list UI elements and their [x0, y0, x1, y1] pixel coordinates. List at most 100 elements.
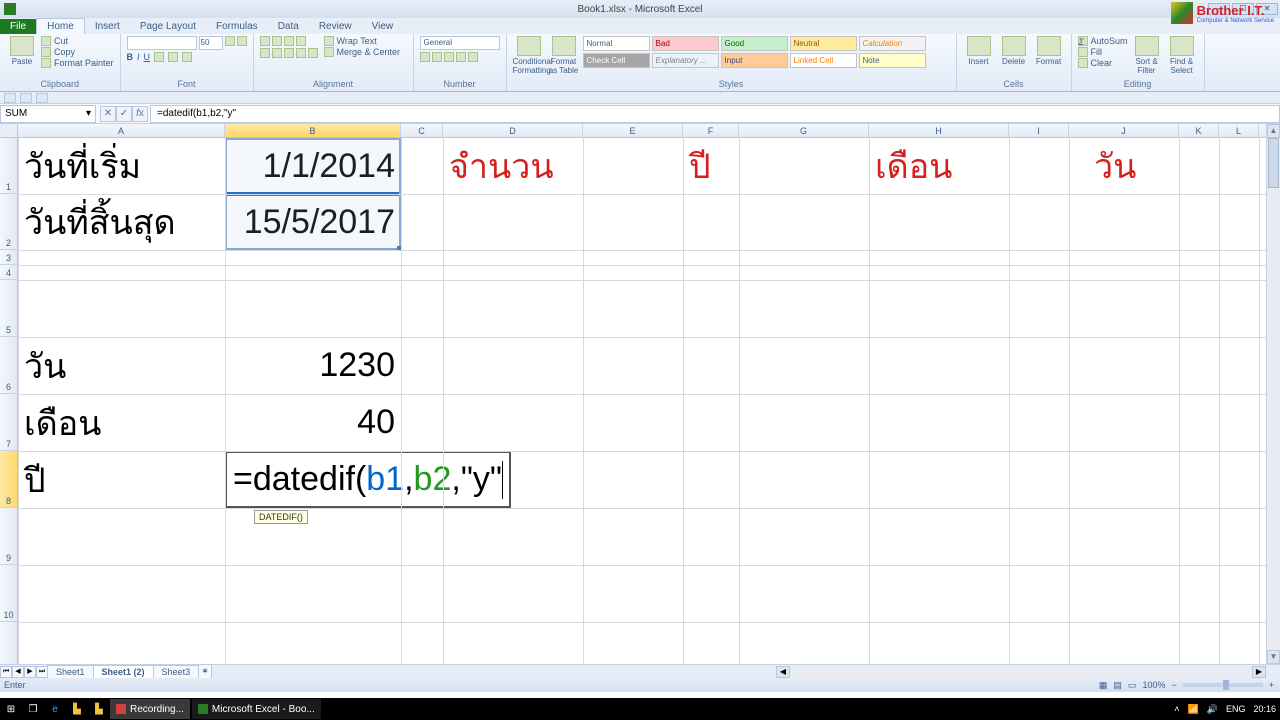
conditional-formatting-button[interactable]: Conditional Formatting: [513, 36, 545, 76]
copy-button[interactable]: Copy: [41, 47, 114, 57]
col-header-L[interactable]: L: [1219, 124, 1259, 137]
cells-grid[interactable]: วันที่เริ่ม 1/1/2014 วันที่สิ้นสุด 15/5/…: [18, 138, 1266, 664]
file-explorer-icon[interactable]: ▙: [66, 698, 88, 720]
cell-J1[interactable]: วัน: [1088, 138, 1198, 194]
cell-styles-gallery[interactable]: Normal Bad Good Neutral Calculation Chec…: [583, 36, 933, 68]
zoom-in-button[interactable]: +: [1269, 680, 1274, 690]
editing-cell-B8[interactable]: =datedif(b1,b2,"y": [225, 451, 511, 508]
zoom-level[interactable]: 100%: [1142, 680, 1165, 690]
scroll-thumb[interactable]: [1268, 138, 1279, 188]
tab-data[interactable]: Data: [268, 19, 309, 34]
formula-bar-input[interactable]: =datedif(b1,b2,"y": [150, 105, 1280, 123]
new-sheet-button[interactable]: ✶: [198, 664, 212, 679]
autosum-button[interactable]: ΣAutoSum: [1078, 36, 1128, 46]
insert-function-button[interactable]: fx: [132, 106, 148, 122]
align-top-icon[interactable]: [260, 36, 270, 46]
row-header-10[interactable]: 10: [0, 565, 17, 622]
name-box[interactable]: SUM▾: [0, 105, 96, 123]
taskbar-recording[interactable]: Recording...: [110, 699, 190, 719]
col-header-E[interactable]: E: [583, 124, 683, 137]
cell-A8[interactable]: ปี: [18, 451, 225, 508]
row-header-5[interactable]: 5: [0, 280, 17, 337]
taskbar-excel[interactable]: Microsoft Excel - Boo...: [192, 699, 321, 719]
indent-dec-icon[interactable]: [296, 48, 306, 58]
col-header-J[interactable]: J: [1069, 124, 1179, 137]
col-header-K[interactable]: K: [1179, 124, 1219, 137]
row-header-3[interactable]: 3: [0, 250, 17, 265]
cancel-formula-button[interactable]: ✕: [100, 106, 116, 122]
tab-view[interactable]: View: [362, 19, 404, 34]
underline-button[interactable]: U: [144, 52, 151, 62]
col-header-B[interactable]: B: [225, 124, 401, 137]
enter-formula-button[interactable]: ✓: [116, 106, 132, 122]
clear-button[interactable]: Clear: [1078, 58, 1128, 68]
comma-icon[interactable]: [444, 52, 454, 62]
col-header-I[interactable]: I: [1009, 124, 1069, 137]
horizontal-scrollbar[interactable]: ◀▶: [776, 666, 1266, 678]
sheet-tab-2[interactable]: Sheet3: [153, 665, 200, 679]
increase-font-icon[interactable]: [225, 36, 235, 46]
fill-button[interactable]: Fill: [1078, 47, 1128, 57]
view-normal-icon[interactable]: ▦: [1099, 680, 1108, 691]
indent-inc-icon[interactable]: [308, 48, 318, 58]
folder-icon[interactable]: ▙: [88, 698, 110, 720]
format-cells-button[interactable]: Format: [1033, 36, 1065, 67]
align-bottom-icon[interactable]: [284, 36, 294, 46]
zoom-out-button[interactable]: −: [1171, 680, 1176, 690]
select-all-corner[interactable]: [0, 124, 18, 138]
decrease-font-icon[interactable]: [237, 36, 247, 46]
dec-decimal-icon[interactable]: [468, 52, 478, 62]
worksheet-area[interactable]: A B C D E F G H I J K L 1234567891011 วั…: [0, 124, 1280, 664]
col-header-H[interactable]: H: [869, 124, 1009, 137]
sheet-tab-0[interactable]: Sheet1: [47, 665, 94, 679]
cell-A1[interactable]: วันที่เริ่ม: [18, 138, 225, 194]
scroll-down-button[interactable]: ▼: [1267, 650, 1280, 664]
col-header-G[interactable]: G: [739, 124, 869, 137]
row-header-7[interactable]: 7: [0, 394, 17, 451]
cell-F1[interactable]: ปี: [683, 138, 739, 194]
qat-save-icon[interactable]: [4, 93, 16, 103]
orientation-icon[interactable]: [296, 36, 306, 46]
col-header-A[interactable]: A: [18, 124, 225, 137]
format-painter-button[interactable]: Format Painter: [41, 58, 114, 68]
col-header-C[interactable]: C: [401, 124, 443, 137]
cell-B6[interactable]: 1230: [225, 337, 401, 394]
row-header-4[interactable]: 4: [0, 265, 17, 280]
sort-filter-button[interactable]: Sort & Filter: [1131, 36, 1163, 76]
hscroll-right-button[interactable]: ▶: [1252, 666, 1266, 678]
border-button[interactable]: [154, 52, 164, 62]
start-button[interactable]: ⊞: [0, 698, 22, 720]
format-as-table-button[interactable]: Format as Table: [548, 36, 580, 76]
task-view-icon[interactable]: ❐: [22, 698, 44, 720]
cell-B7[interactable]: 40: [225, 394, 401, 451]
row-header-1[interactable]: 1: [0, 138, 17, 194]
vertical-scrollbar[interactable]: ▲ ▼: [1266, 124, 1280, 664]
row-header-2[interactable]: 2: [0, 194, 17, 250]
tab-page-layout[interactable]: Page Layout: [130, 19, 206, 34]
cell-A2[interactable]: วันที่สิ้นสุด: [18, 194, 225, 250]
delete-cells-button[interactable]: Delete: [998, 36, 1030, 67]
align-middle-icon[interactable]: [272, 36, 282, 46]
view-layout-icon[interactable]: ▤: [1113, 680, 1122, 691]
cell-A7[interactable]: เดือน: [18, 394, 225, 451]
inc-decimal-icon[interactable]: [456, 52, 466, 62]
view-pagebreak-icon[interactable]: ▭: [1128, 680, 1137, 691]
name-box-dropdown-icon[interactable]: ▾: [86, 108, 91, 119]
tray-chevron-icon[interactable]: ˄: [1174, 704, 1179, 714]
align-right-icon[interactable]: [284, 48, 294, 58]
style-check-cell[interactable]: Check Cell: [583, 53, 650, 68]
insert-cells-button[interactable]: Insert: [963, 36, 995, 67]
tray-volume-icon[interactable]: 🔊: [1207, 704, 1218, 715]
row-header-8[interactable]: 8: [0, 451, 17, 508]
cut-button[interactable]: Cut: [41, 36, 114, 46]
paste-button[interactable]: Paste: [6, 36, 38, 67]
sheet-nav-prev[interactable]: ◀: [12, 666, 24, 678]
tray-clock[interactable]: 20:16: [1253, 704, 1276, 714]
cell-H1[interactable]: เดือน: [869, 138, 1009, 194]
edge-icon[interactable]: e: [44, 698, 66, 720]
tray-language[interactable]: ENG: [1226, 704, 1246, 714]
currency-icon[interactable]: [420, 52, 430, 62]
zoom-slider[interactable]: [1183, 683, 1263, 687]
row-header-6[interactable]: 6: [0, 337, 17, 394]
col-header-F[interactable]: F: [683, 124, 739, 137]
